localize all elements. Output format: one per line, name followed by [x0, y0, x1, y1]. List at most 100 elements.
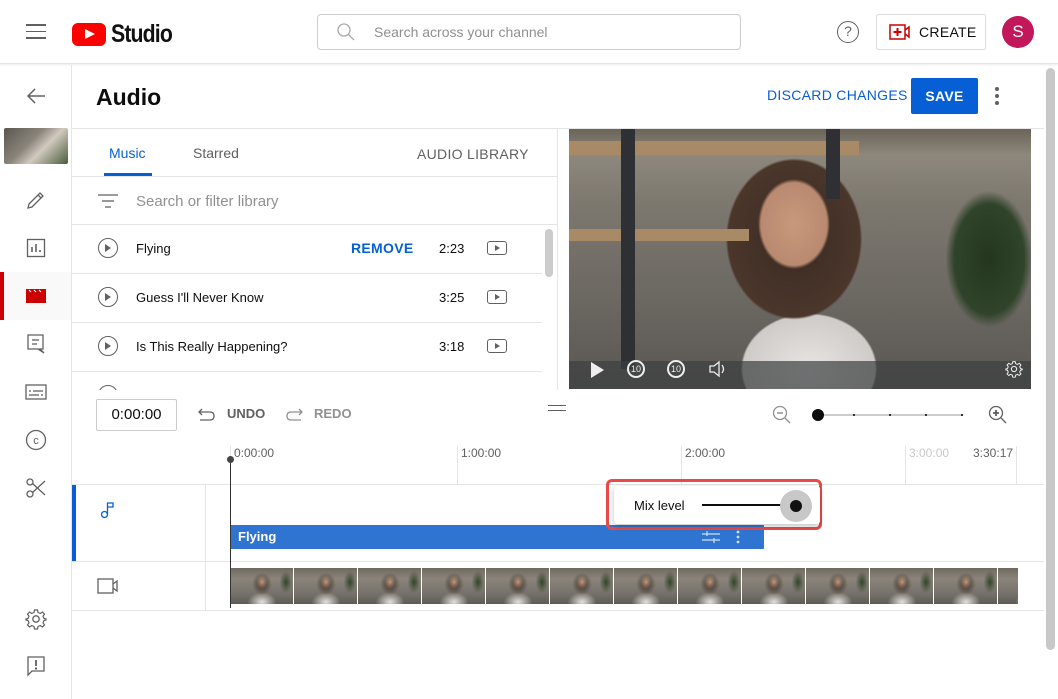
clip-more-icon[interactable]	[736, 530, 740, 544]
help-icon[interactable]: ?	[837, 21, 859, 43]
filmstrip-frame	[934, 568, 997, 604]
mix-level-label: Mix level	[634, 498, 685, 513]
avatar[interactable]: S	[1002, 16, 1034, 48]
library-filter[interactable]: Search or filter library	[72, 177, 557, 225]
sidebar-item-comments[interactable]	[0, 320, 71, 368]
track-row[interactable]: Flying REMOVE 2:23	[72, 225, 542, 274]
more-options-icon[interactable]	[992, 85, 1002, 107]
timeline-ruler: 0:00:00 1:00:00 2:00:00 3:00:00 3:30:17	[72, 438, 1044, 485]
video-thumbnail[interactable]	[4, 128, 68, 164]
ruler-tick-end: 3:30:17	[970, 446, 1018, 485]
current-time-input[interactable]: 0:00:00	[96, 399, 177, 431]
sidebar-item-settings[interactable]	[0, 595, 71, 643]
rewind-10-icon[interactable]: 10	[627, 360, 645, 378]
sidebar-item-copyright[interactable]: c	[0, 416, 71, 464]
youtube-preview-icon[interactable]	[487, 290, 507, 304]
track-row[interactable]	[72, 372, 542, 390]
search-input[interactable]: Search across your channel	[317, 14, 741, 50]
scene-shelf	[569, 229, 749, 241]
video-filmstrip[interactable]	[230, 568, 1018, 604]
zoom-slider[interactable]	[812, 409, 963, 421]
feedback-icon	[26, 656, 45, 677]
zoom-slider-knob[interactable]	[812, 409, 824, 421]
comment-icon	[26, 334, 44, 354]
filter-placeholder: Search or filter library	[136, 193, 279, 210]
sidebar-item-details[interactable]	[0, 176, 71, 224]
audio-track: Flying	[72, 485, 1044, 562]
create-button[interactable]: CREATE	[876, 14, 986, 50]
sidebar-item-feedback[interactable]	[0, 642, 71, 690]
undo-button[interactable]: UNDO	[197, 406, 265, 421]
timeline-toolbar: 0:00:00 UNDO REDO	[72, 390, 1044, 438]
youtube-preview-icon[interactable]	[487, 339, 507, 353]
sidebar-item-clips[interactable]	[0, 464, 71, 512]
create-video-icon	[889, 24, 910, 40]
search-placeholder: Search across your channel	[374, 24, 548, 40]
create-label: CREATE	[919, 24, 977, 40]
track-title: Is This Really Happening?	[136, 339, 288, 354]
studio-logo[interactable]: Studio	[72, 20, 183, 49]
sidebar-item-subtitles[interactable]	[0, 368, 71, 416]
filmstrip-frame	[998, 568, 1018, 604]
tab-music[interactable]: Music	[109, 145, 146, 161]
play-icon[interactable]	[98, 287, 118, 307]
play-icon[interactable]	[98, 238, 118, 258]
undo-icon	[198, 408, 215, 421]
mix-level-card: Mix level	[614, 486, 820, 524]
redo-label: REDO	[314, 406, 352, 421]
sidebar-item-back[interactable]	[0, 72, 71, 120]
mix-level-popup: Mix level	[606, 479, 822, 530]
top-bar: Studio Search across your channel ? CREA…	[0, 0, 1058, 64]
track-duration: 3:18	[439, 339, 465, 354]
track-row[interactable]: Guess I'll Never Know 3:25	[72, 274, 542, 323]
audio-library-panel: Music Starred AUDIO LIBRARY Search or fi…	[72, 129, 558, 390]
gear-icon[interactable]	[1005, 360, 1023, 378]
scene-post	[826, 129, 840, 199]
video-track	[72, 562, 1044, 611]
remove-button[interactable]: REMOVE	[351, 240, 413, 256]
discard-changes-button[interactable]: DISCARD CHANGES	[767, 87, 908, 103]
scene-post	[621, 129, 635, 369]
forward-10-icon[interactable]: 10	[667, 360, 685, 378]
audio-library-link[interactable]: AUDIO LIBRARY	[417, 146, 529, 162]
zoom-slider-tick	[853, 414, 855, 416]
library-tabs: Music Starred AUDIO LIBRARY	[72, 129, 557, 177]
save-button[interactable]: SAVE	[911, 78, 978, 114]
ruler-tick: 1:00:00	[457, 446, 501, 485]
resize-handle[interactable]	[548, 405, 566, 411]
mix-level-slider-knob[interactable]	[790, 500, 802, 512]
filmstrip-frame	[614, 568, 677, 604]
menu-icon[interactable]	[26, 24, 46, 40]
track-row[interactable]: Is This Really Happening? 3:18	[72, 323, 542, 372]
library-scrollbar[interactable]	[545, 229, 553, 277]
zoom-in-icon[interactable]	[988, 405, 1008, 425]
play-icon[interactable]	[591, 362, 604, 378]
adjust-icon[interactable]	[702, 531, 720, 543]
tab-starred[interactable]: Starred	[193, 145, 239, 161]
track-duration: 3:25	[439, 290, 465, 305]
zoom-slider-tick	[961, 414, 963, 416]
sidebar-item-analytics[interactable]	[0, 224, 71, 272]
play-icon[interactable]	[98, 336, 118, 356]
timeline-zoom-control	[772, 404, 1012, 426]
youtube-preview-icon[interactable]	[487, 241, 507, 255]
video-preview[interactable]: 10 10	[569, 129, 1031, 389]
playhead[interactable]	[227, 456, 234, 608]
filmstrip-frame	[870, 568, 933, 604]
zoom-out-icon[interactable]	[772, 405, 792, 425]
logo-text: Studio	[111, 20, 173, 48]
video-camera-icon	[97, 578, 118, 594]
clapperboard-icon	[25, 289, 46, 303]
zoom-slider-tick	[925, 414, 927, 416]
volume-icon[interactable]	[708, 360, 728, 378]
bar-chart-icon	[26, 238, 45, 258]
sidebar-item-editor[interactable]	[0, 272, 71, 320]
page-scrollbar[interactable]	[1046, 68, 1055, 650]
filmstrip-frame	[742, 568, 805, 604]
zoom-slider-tick	[889, 414, 891, 416]
filmstrip-frame	[678, 568, 741, 604]
audio-clip-name: Flying	[238, 529, 277, 544]
redo-button[interactable]: REDO	[284, 406, 352, 421]
undo-label: UNDO	[227, 406, 266, 421]
filmstrip-frame	[230, 568, 293, 604]
